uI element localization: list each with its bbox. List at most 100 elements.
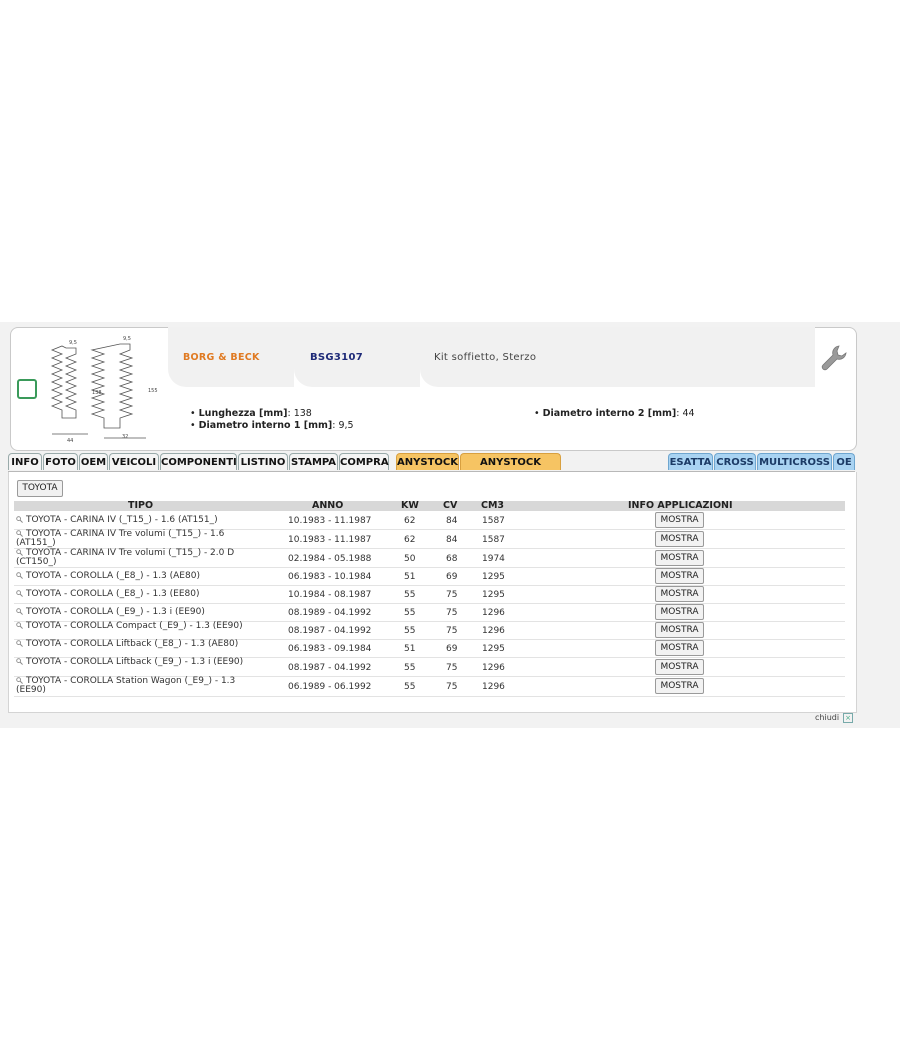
tipo-text: TOYOTA - CARINA IV (_T15_) - 1.6 (AT151_… [26,515,218,525]
magnifier-icon[interactable] [16,608,23,615]
drawing-label-4: 9,5 [123,336,131,342]
mostra-button[interactable]: MOSTRA [655,531,704,547]
mostra-button[interactable]: MOSTRA [655,568,704,584]
mostra-button[interactable]: MOSTRA [655,512,704,528]
spec-inner-diameter-1: • Diametro interno 1 [mm]: 9,5 [190,420,354,431]
header-cv: CV [443,500,458,511]
cell-tipo: TOYOTA - COROLLA Station Wagon (_E9_) - … [16,677,266,695]
mostra-button[interactable]: MOSTRA [655,604,704,620]
cell-kw: 51 [404,572,416,582]
brand-name: BORG & BECK [183,352,260,363]
cell-kw: 55 [404,663,416,673]
mostra-button[interactable]: MOSTRA [655,659,704,675]
magnifier-icon[interactable] [16,677,23,684]
cell-cm3: 1296 [482,682,505,692]
tab-cross[interactable]: CROSS [714,453,756,470]
cell-cv: 69 [446,644,458,654]
tab-esatta[interactable]: ESATTA [668,453,713,470]
cell-cm3: 1296 [482,663,505,673]
cell-anno: 06.1983 - 10.1984 [288,572,372,582]
tab-foto[interactable]: FOTO [43,453,78,470]
tab-componenti[interactable]: COMPONENTI [160,453,237,470]
cell-kw: 51 [404,644,416,654]
cell-anno: 08.1987 - 04.1992 [288,663,372,673]
mostra-button[interactable]: MOSTRA [655,640,704,656]
tab-anystock[interactable]: ANYSTOCK [396,453,459,470]
magnifier-icon[interactable] [16,516,23,523]
close-icon[interactable]: × [843,713,853,723]
tab-multicross[interactable]: MULTICROSS [757,453,832,470]
cell-cm3: 1295 [482,590,505,600]
spec-inner-diameter-2: • Diametro interno 2 [mm]: 44 [534,408,695,419]
tipo-text: TOYOTA - COROLLA (_E9_) - 1.3 i (EE90) [26,607,205,617]
cell-anno: 10.1983 - 11.1987 [288,535,372,545]
drawing-label-2: 138 [92,390,102,396]
cell-anno: 06.1989 - 06.1992 [288,682,372,692]
tab-oem[interactable]: OEM [79,453,108,470]
cell-kw: 50 [404,554,416,564]
cell-tipo: TOYOTA - COROLLA Liftback (_E8_) - 1.3 (… [16,640,266,649]
cell-cv: 69 [446,572,458,582]
tab-oe[interactable]: OE [833,453,855,470]
header-anno: ANNO [312,500,344,511]
magnifier-icon[interactable] [16,530,23,537]
select-checkbox[interactable] [17,379,37,399]
tipo-text: TOYOTA - CARINA IV Tre volumi (_T15_) - … [16,548,235,567]
cell-anno: 08.1987 - 04.1992 [288,626,372,636]
cell-cv: 75 [446,608,458,618]
magnifier-icon[interactable] [16,622,23,629]
cell-kw: 62 [404,535,416,545]
magnifier-icon[interactable] [16,590,23,597]
drawing-label-6: 32 [122,434,128,440]
cell-tipo: TOYOTA - COROLLA (_E8_) - 1.3 (AE80) [16,572,266,581]
mostra-button[interactable]: MOSTRA [655,586,704,602]
cell-kw: 62 [404,516,416,526]
mostra-button[interactable]: MOSTRA [655,550,704,566]
cell-anno: 10.1984 - 08.1987 [288,590,372,600]
tipo-text: TOYOTA - CARINA IV Tre volumi (_T15_) - … [16,529,225,548]
tab-veicoli[interactable]: VEICOLI [109,453,159,470]
cell-anno: 08.1989 - 04.1992 [288,608,372,618]
drawing-label-5: 155 [148,388,158,394]
cell-kw: 55 [404,626,416,636]
tab-info[interactable]: INFO [8,453,42,470]
cell-tipo: TOYOTA - CARINA IV Tre volumi (_T15_) - … [16,530,266,548]
cell-cv: 75 [446,682,458,692]
magnifier-icon[interactable] [16,549,23,556]
product-description: Kit soffietto, Sterzo [434,352,537,363]
cell-kw: 55 [404,590,416,600]
cell-cm3: 1296 [482,608,505,618]
cell-kw: 55 [404,682,416,692]
tipo-text: TOYOTA - COROLLA (_E8_) - 1.3 (AE80) [26,571,200,581]
cell-tipo: TOYOTA - CARINA IV Tre volumi (_T15_) - … [16,549,266,567]
tab-stampa[interactable]: STAMPA [289,453,338,470]
cell-tipo: TOYOTA - COROLLA Compact (_E9_) - 1.3 (E… [16,622,266,631]
magnifier-icon[interactable] [16,640,23,647]
close-label[interactable]: chiudi [815,713,839,722]
cell-cv: 84 [446,535,458,545]
tab-compra[interactable]: COMPRA [339,453,389,470]
cell-cm3: 1974 [482,554,505,564]
header-tipo: TIPO [128,500,154,511]
toyota-filter-button[interactable]: TOYOTA [17,480,63,497]
product-code[interactable]: BSG3107 [310,352,363,363]
spec-length: • Lunghezza [mm]: 138 [190,408,312,419]
cell-cv: 75 [446,663,458,673]
tab-anystock-cross[interactable]: ANYSTOCK CROSS [460,453,561,485]
cell-cm3: 1587 [482,535,505,545]
tipo-text: TOYOTA - COROLLA Liftback (_E8_) - 1.3 (… [26,639,239,649]
cell-cv: 68 [446,554,458,564]
product-drawing: 9,5 138 44 9,5 155 32 [50,336,158,442]
mostra-button[interactable]: MOSTRA [655,678,704,694]
cell-cm3: 1587 [482,516,505,526]
cell-tipo: TOYOTA - CARINA IV (_T15_) - 1.6 (AT151_… [16,516,266,525]
magnifier-icon[interactable] [16,572,23,579]
cell-tipo: TOYOTA - COROLLA (_E8_) - 1.3 (EE80) [16,590,266,599]
mostra-button[interactable]: MOSTRA [655,622,704,638]
wrench-icon[interactable] [819,343,849,373]
tab-listino[interactable]: LISTINO [238,453,288,470]
cell-cm3: 1296 [482,626,505,636]
cell-anno: 10.1983 - 11.1987 [288,516,372,526]
tipo-text: TOYOTA - COROLLA Liftback (_E9_) - 1.3 i… [26,657,244,667]
magnifier-icon[interactable] [16,658,23,665]
